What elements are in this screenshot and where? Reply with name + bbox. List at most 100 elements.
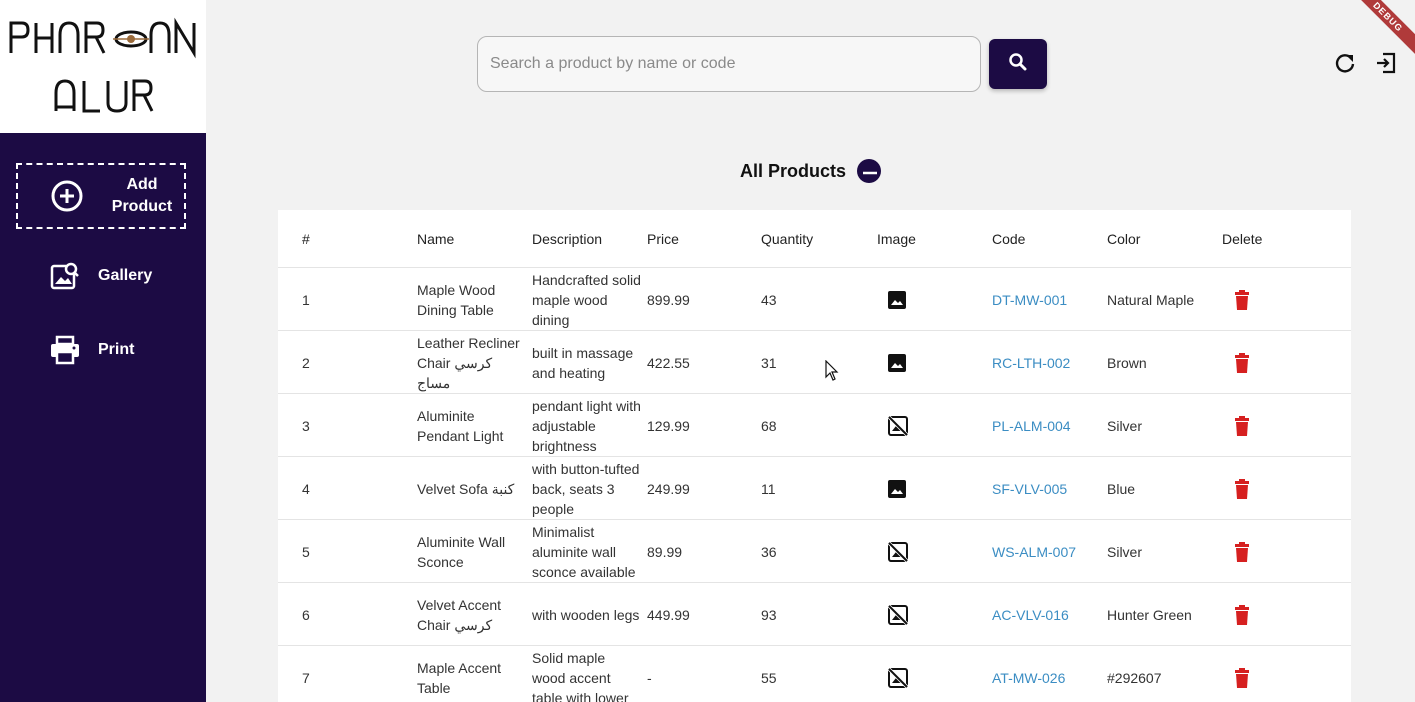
refresh-icon — [1334, 52, 1356, 79]
product-quantity: 36 — [761, 543, 777, 560]
refresh-button[interactable] — [1333, 53, 1357, 77]
product-code-link[interactable]: DT-MW-001 — [992, 290, 1067, 310]
product-price: 899.99 — [647, 291, 690, 308]
product-price: 89.99 — [647, 543, 683, 560]
product-description: pendant light with adjustable brightness — [532, 397, 641, 454]
table-row: 4 Velvet Sofa كنبة with button-tufted back… — [278, 457, 1351, 520]
code-cell: WS-ALM-007 — [992, 520, 1092, 583]
image-cell — [877, 520, 937, 583]
delete-icon[interactable] — [1234, 415, 1250, 436]
page-title-row: All Products — [740, 158, 882, 184]
code-cell: PL-ALM-004 — [992, 394, 1092, 457]
delete-cell — [1222, 520, 1282, 583]
delete-cell — [1222, 457, 1282, 520]
sidebar-item-print[interactable]: Print — [48, 332, 134, 368]
row-number: 4 — [302, 480, 310, 497]
gallery-icon — [48, 259, 82, 293]
delete-cell — [1222, 583, 1282, 646]
no-image-icon[interactable] — [887, 541, 909, 563]
image-cell — [877, 268, 937, 331]
delete-icon[interactable] — [1234, 667, 1250, 688]
row-number: 2 — [302, 354, 310, 371]
product-description: Handcrafted solid maple wood dining — [532, 271, 641, 328]
delete-icon[interactable] — [1234, 352, 1250, 373]
column-header: Price — [647, 231, 679, 247]
logout-icon — [1374, 51, 1398, 80]
no-image-icon[interactable] — [887, 604, 909, 626]
product-color: Brown — [1107, 354, 1147, 371]
logout-button[interactable] — [1374, 51, 1398, 80]
loading-indicator-icon — [856, 158, 882, 184]
product-description: Minimalist aluminite wall sconce availab… — [532, 523, 636, 580]
image-cell — [877, 583, 937, 646]
image-cell — [877, 331, 937, 394]
column-header: Description — [532, 231, 603, 247]
page-title: All Products — [740, 160, 847, 181]
image-cell — [877, 457, 937, 520]
code-cell: AT-MW-026 — [992, 646, 1092, 702]
table-header: # Name Description Price Quantity Image … — [278, 210, 1351, 268]
table-row: 5 Aluminite Wall Sconce Minimalist alumini… — [278, 520, 1351, 583]
product-name: Leather Recliner Chair كرسي مساج — [417, 334, 520, 391]
image-cell — [877, 394, 937, 457]
code-cell: SF-VLV-005 — [992, 457, 1092, 520]
mouse-cursor-icon — [825, 359, 839, 387]
delete-icon[interactable] — [1234, 289, 1250, 310]
product-code-link[interactable]: AT-MW-026 — [992, 668, 1065, 688]
sidebar: Add Product Gallery Print — [0, 133, 206, 702]
column-header: Quantity — [761, 231, 814, 247]
table-row: 1 Maple Wood Dining Table Handcrafted soli… — [278, 268, 1351, 331]
products-table: # Name Description Price Quantity Image … — [278, 210, 1351, 702]
product-color: #292607 — [1107, 669, 1162, 686]
product-quantity: 55 — [761, 669, 777, 686]
sidebar-item-gallery[interactable]: Gallery — [48, 258, 152, 294]
product-quantity: 43 — [761, 291, 777, 308]
search-field[interactable] — [477, 36, 981, 92]
code-cell: DT-MW-001 — [992, 268, 1092, 331]
delete-icon[interactable] — [1234, 541, 1250, 562]
table-row: 3 Aluminite Pendant Light pendant light wi… — [278, 394, 1351, 457]
add-circle-icon — [50, 179, 84, 213]
sidebar-item-label: Print — [98, 341, 135, 358]
product-code-link[interactable]: RC-LTH-002 — [992, 353, 1070, 373]
product-name: Aluminite Wall Sconce — [417, 533, 506, 570]
product-description: with wooden legs — [532, 606, 640, 623]
search-button[interactable] — [989, 39, 1047, 89]
product-price: 249.99 — [647, 480, 690, 497]
product-color: Hunter Green — [1107, 606, 1192, 623]
no-image-icon[interactable] — [887, 667, 909, 689]
brand-logo — [0, 0, 206, 133]
product-name: Aluminite Pendant Light — [417, 407, 504, 444]
add-product-label: Add Product — [111, 176, 173, 215]
delete-icon[interactable] — [1234, 604, 1250, 625]
image-icon[interactable] — [887, 353, 907, 373]
product-quantity: 68 — [761, 417, 777, 434]
no-image-icon[interactable] — [887, 415, 909, 437]
search-input[interactable] — [478, 37, 980, 91]
product-description: with button-tufted back, seats 3 people — [532, 460, 640, 517]
image-icon[interactable] — [887, 479, 907, 499]
add-product-button[interactable]: Add Product — [16, 163, 186, 229]
product-code-link[interactable]: SF-VLV-005 — [992, 479, 1067, 499]
product-quantity: 11 — [761, 480, 776, 497]
printer-icon — [48, 333, 82, 367]
delete-cell — [1222, 394, 1282, 457]
delete-icon[interactable] — [1234, 478, 1250, 499]
column-header: Color — [1107, 231, 1141, 247]
row-number: 1 — [302, 291, 310, 308]
product-description: Solid maple wood accent table with lower — [532, 649, 629, 702]
product-code-link[interactable]: AC-VLV-016 — [992, 605, 1069, 625]
delete-cell — [1222, 268, 1282, 331]
product-price: - — [647, 669, 652, 686]
product-name: Maple Accent Table — [417, 659, 502, 696]
column-header: Code — [992, 231, 1026, 247]
logo-graphic — [9, 17, 196, 113]
delete-cell — [1222, 331, 1282, 394]
product-price: 449.99 — [647, 606, 690, 623]
image-icon[interactable] — [887, 290, 907, 310]
table-row: 6 Velvet Accent Chair كرسي with wooden leg… — [278, 583, 1351, 646]
product-code-link[interactable]: WS-ALM-007 — [992, 542, 1076, 562]
product-color: Silver — [1107, 417, 1143, 434]
column-header: # — [302, 231, 310, 247]
product-code-link[interactable]: PL-ALM-004 — [992, 416, 1071, 436]
